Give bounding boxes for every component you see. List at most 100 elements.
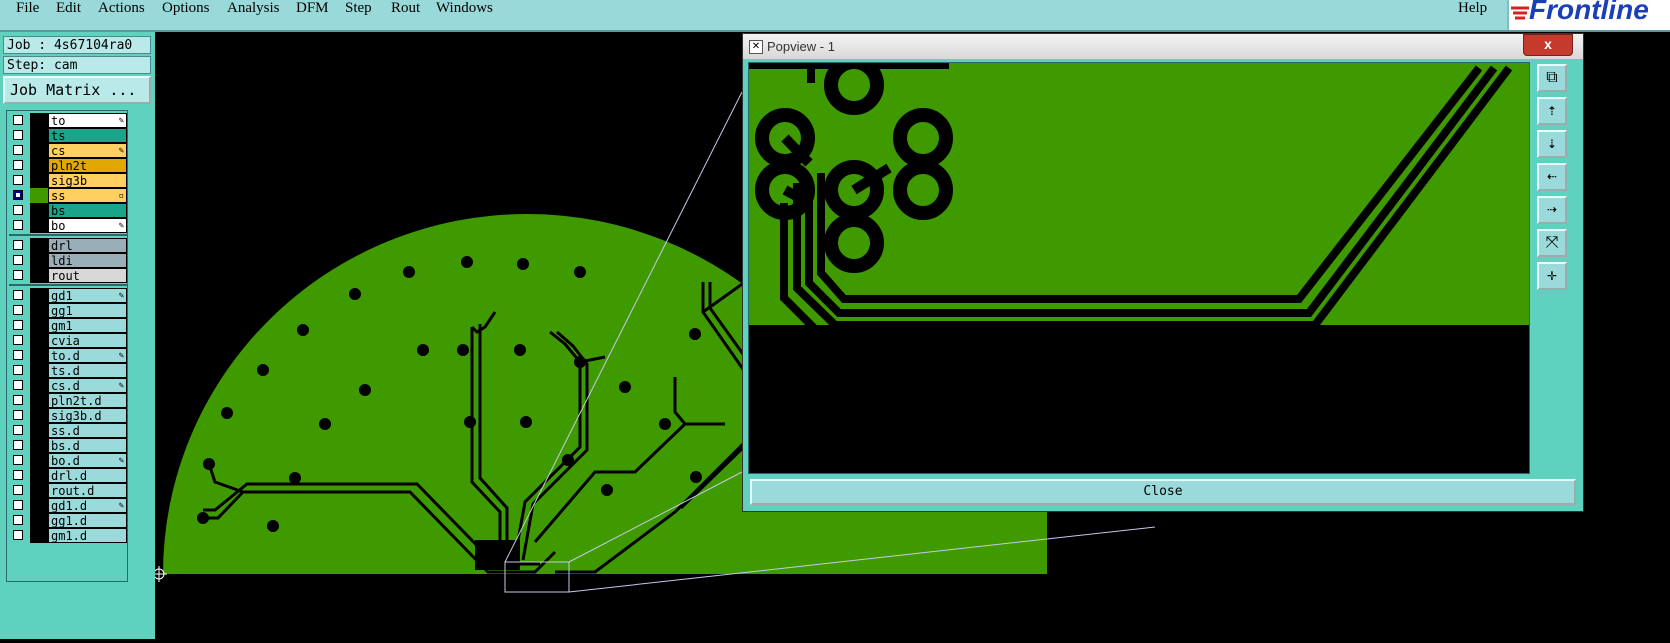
layer-row-gd1[interactable]: gd1 ✎: [9, 288, 127, 303]
zoom-window-icon[interactable]: ⧉: [1537, 64, 1567, 92]
layer-checkbox[interactable]: [13, 455, 23, 465]
layer-checkbox[interactable]: [13, 335, 23, 345]
layer-name[interactable]: gg1: [48, 303, 127, 318]
layer-checkbox[interactable]: [13, 350, 23, 360]
layer-color-swatch[interactable]: [30, 453, 48, 468]
layer-checkbox[interactable]: [13, 305, 23, 315]
layer-name[interactable]: gm1.d: [48, 528, 127, 543]
layer-name[interactable]: ss ▫: [48, 188, 127, 203]
layer-color-swatch[interactable]: [30, 483, 48, 498]
layer-checkbox[interactable]: [13, 440, 23, 450]
menu-analysis[interactable]: Analysis: [227, 0, 280, 17]
layer-row-rout[interactable]: rout: [9, 268, 127, 283]
layer-name[interactable]: to.d ✎: [48, 348, 127, 363]
popview-zoomed-board[interactable]: [749, 63, 1529, 473]
layer-checkbox[interactable]: [13, 220, 23, 230]
layer-color-swatch[interactable]: [30, 253, 48, 268]
popview-canvas[interactable]: [748, 62, 1530, 474]
layer-name[interactable]: sig3b: [48, 173, 127, 188]
layer-checkbox[interactable]: [13, 290, 23, 300]
layer-color-swatch[interactable]: [30, 423, 48, 438]
layer-checkbox[interactable]: [13, 365, 23, 375]
layer-name[interactable]: ts.d: [48, 363, 127, 378]
layer-color-swatch[interactable]: [30, 288, 48, 303]
layer-name[interactable]: bs.d: [48, 438, 127, 453]
layer-row-cs-d[interactable]: cs.d ✎: [9, 378, 127, 393]
layer-row-gg1[interactable]: gg1: [9, 303, 127, 318]
layer-name[interactable]: pln2t: [48, 158, 127, 173]
menu-rout[interactable]: Rout: [391, 0, 420, 17]
layer-name[interactable]: rout: [48, 268, 127, 283]
layer-name[interactable]: gg1.d: [48, 513, 127, 528]
pan-left-icon[interactable]: ⇠: [1537, 163, 1567, 191]
layer-row-bs-d[interactable]: bs.d: [9, 438, 127, 453]
layer-checkbox[interactable]: [13, 380, 23, 390]
layer-checkbox[interactable]: [13, 500, 23, 510]
menu-options[interactable]: Options: [162, 0, 210, 17]
layer-color-swatch[interactable]: [30, 318, 48, 333]
menu-help[interactable]: Help: [1458, 0, 1487, 17]
layer-color-swatch[interactable]: [30, 143, 48, 158]
layer-checkbox[interactable]: [13, 410, 23, 420]
layer-color-swatch[interactable]: [30, 128, 48, 143]
layer-checkbox[interactable]: [13, 320, 23, 330]
layer-row-sig3b-d[interactable]: sig3b.d: [9, 408, 127, 423]
menu-dfm[interactable]: DFM: [296, 0, 329, 17]
layer-checkbox[interactable]: [13, 485, 23, 495]
layer-name[interactable]: drl.d: [48, 468, 127, 483]
layer-name[interactable]: pln2t.d: [48, 393, 127, 408]
menu-edit[interactable]: Edit: [56, 0, 81, 17]
layer-name[interactable]: drl: [48, 238, 127, 253]
layer-name[interactable]: ts: [48, 128, 127, 143]
layer-row-cvia[interactable]: cvia: [9, 333, 127, 348]
zoom-center-icon[interactable]: ✛: [1537, 262, 1567, 290]
layer-row-ts-d[interactable]: ts.d: [9, 363, 127, 378]
layer-color-swatch[interactable]: [30, 363, 48, 378]
layer-color-swatch[interactable]: [30, 393, 48, 408]
layer-checkbox[interactable]: [13, 130, 23, 140]
layer-color-swatch[interactable]: [30, 498, 48, 513]
layer-row-ldi[interactable]: ldi: [9, 253, 127, 268]
layer-name[interactable]: sig3b.d: [48, 408, 127, 423]
layer-color-swatch[interactable]: [30, 528, 48, 543]
layer-color-swatch[interactable]: [30, 188, 48, 203]
layer-row-bs[interactable]: bs: [9, 203, 127, 218]
layer-checkbox[interactable]: [13, 515, 23, 525]
layer-color-swatch[interactable]: [30, 348, 48, 363]
layer-row-pln2t-d[interactable]: pln2t.d: [9, 393, 127, 408]
layer-name[interactable]: ss.d: [48, 423, 127, 438]
layer-color-swatch[interactable]: [30, 303, 48, 318]
layer-checkbox[interactable]: [13, 205, 23, 215]
layer-row-gm1-d[interactable]: gm1.d: [9, 528, 127, 543]
layer-color-swatch[interactable]: [30, 408, 48, 423]
layer-color-swatch[interactable]: [30, 113, 48, 128]
layer-color-swatch[interactable]: [30, 513, 48, 528]
layer-name[interactable]: gd1.d ✎: [48, 498, 127, 513]
layer-name[interactable]: cs.d ✎: [48, 378, 127, 393]
layer-color-swatch[interactable]: [30, 203, 48, 218]
layer-row-bo[interactable]: bo ✎: [9, 218, 127, 233]
layer-color-swatch[interactable]: [30, 173, 48, 188]
layer-row-gm1[interactable]: gm1: [9, 318, 127, 333]
layer-checkbox[interactable]: [13, 425, 23, 435]
layer-row-bo-d[interactable]: bo.d ✎: [9, 453, 127, 468]
layer-row-ss[interactable]: ss ▫: [9, 188, 127, 203]
layer-row-sig3b[interactable]: sig3b: [9, 173, 127, 188]
layer-checkbox[interactable]: [13, 530, 23, 540]
layer-name[interactable]: to ✎: [48, 113, 127, 128]
layer-name[interactable]: gm1: [48, 318, 127, 333]
layer-row-to-d[interactable]: to.d ✎: [9, 348, 127, 363]
layer-row-ts[interactable]: ts: [9, 128, 127, 143]
layer-name[interactable]: bs: [48, 203, 127, 218]
menu-step[interactable]: Step: [345, 0, 372, 17]
layer-checkbox[interactable]: [13, 240, 23, 250]
layer-row-gg1-d[interactable]: gg1.d: [9, 513, 127, 528]
layer-name[interactable]: bo.d ✎: [48, 453, 127, 468]
popview-close-button[interactable]: Close: [750, 479, 1576, 505]
layer-name[interactable]: cvia: [48, 333, 127, 348]
layer-color-swatch[interactable]: [30, 378, 48, 393]
menu-actions[interactable]: Actions: [98, 0, 145, 17]
layer-checkbox[interactable]: [13, 160, 23, 170]
popview-titlebar[interactable]: ✕ Popview - 1 x: [743, 34, 1583, 59]
layer-color-swatch[interactable]: [30, 218, 48, 233]
